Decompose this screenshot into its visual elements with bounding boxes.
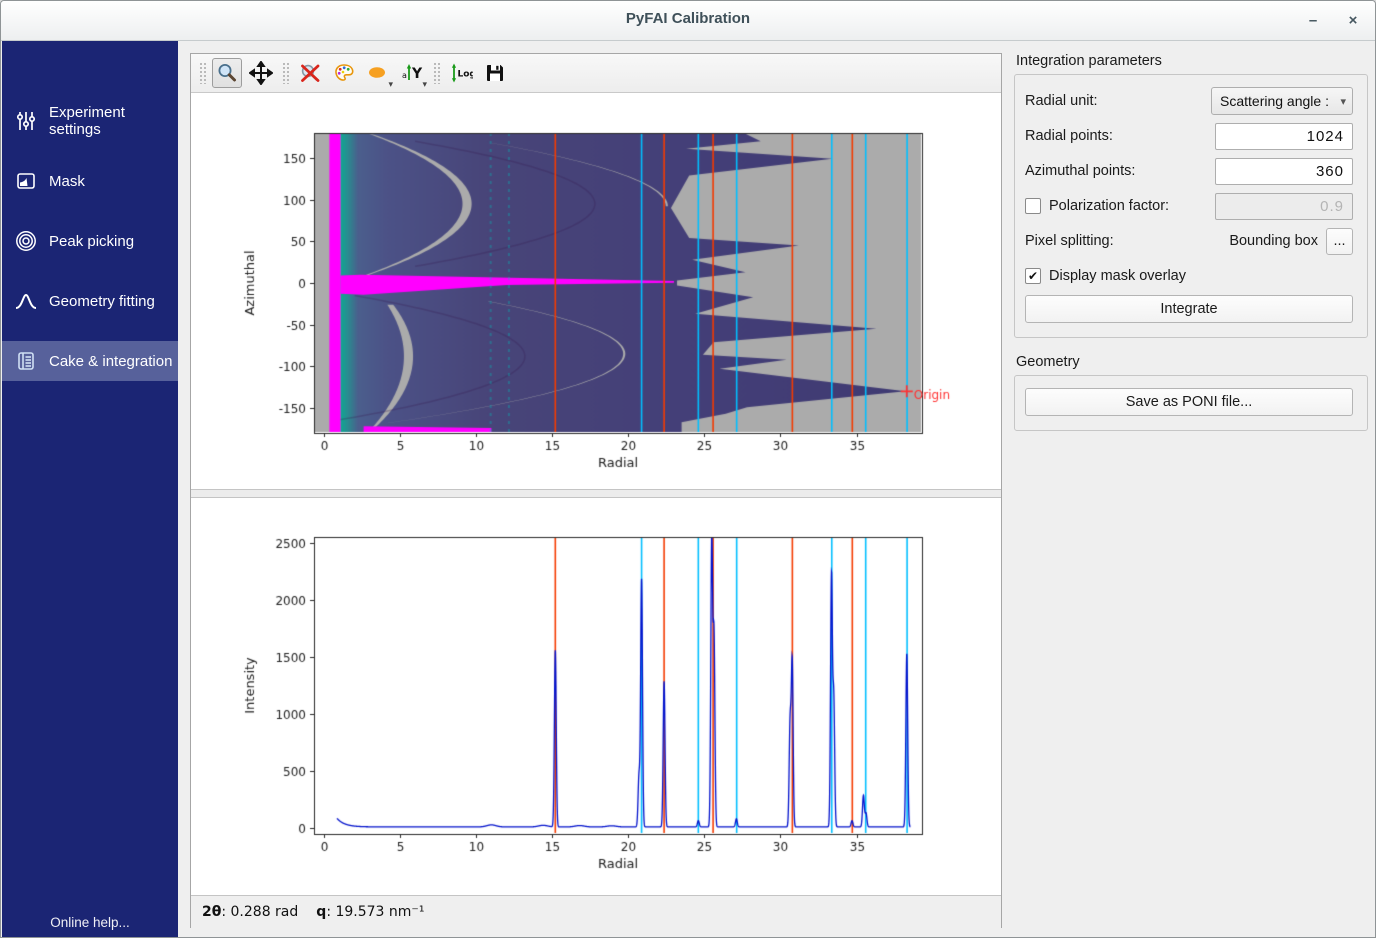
pixel-splitting-label: Pixel splitting: [1025,233,1229,249]
intensity-plot-canvas[interactable] [191,498,1001,895]
y-axis-icon: a Y [400,61,424,85]
minimize-button[interactable]: – [1299,7,1327,35]
sidebar-item-peak-picking[interactable]: Peak picking [2,221,178,261]
radial-points-label: Radial points: [1025,128,1215,144]
pixel-splitting-value: Bounding box [1229,233,1318,249]
mask-shape-tool-button[interactable] [363,58,393,88]
radial-points-input[interactable] [1215,123,1353,150]
svg-text:Y: Y [411,66,423,82]
target-icon [13,229,39,253]
sidebar-item-experiment-settings[interactable]: Experiment settings [2,101,178,141]
cake-plot-canvas[interactable] [191,93,1001,489]
integration-parameters-group: Radial unit: Scattering angle : ▾ Radial… [1014,74,1368,338]
mask-overlay-checkbox[interactable]: ✔ [1025,268,1041,284]
sidebar-item-label: Peak picking [49,233,134,250]
y-axis-tool-button[interactable]: a Y [397,58,427,88]
magnifier-icon [215,61,239,85]
plot-toolbar: a Y Log [191,54,1001,93]
window-title: PyFAI Calibration [1,10,1375,27]
cake-list-icon [13,349,39,373]
sidebar-item-mask[interactable]: Mask [2,161,178,201]
log-icon: Log [449,61,473,85]
sidebar-item-label: Mask [49,173,85,190]
toolbar-grip[interactable] [199,62,206,84]
sidebar-item-label: Cake & integration [49,353,172,370]
save-tool-button[interactable] [480,58,510,88]
zoom-tool-button[interactable] [212,58,242,88]
right-panel: Integration parameters Radial unit: Scat… [1004,41,1376,938]
ellipse-icon [366,61,390,85]
q-label: q [316,904,326,920]
sidebar-item-label: Experiment settings [49,104,178,138]
log-icon-label: Log [458,70,474,80]
magnifier-cross-icon [298,61,322,85]
polarization-input [1215,193,1353,220]
integration-parameters-title: Integration parameters [1016,53,1368,69]
palette-icon [332,61,356,85]
pan-tool-button[interactable] [246,58,276,88]
radial-unit-select[interactable]: Scattering angle : ▾ [1211,87,1353,115]
toolbar-grip[interactable] [433,62,440,84]
mask-overlay-label: Display mask overlay [1049,268,1353,284]
online-help-link[interactable]: Online help... [2,915,178,930]
cake-plot-panel[interactable] [191,93,1001,489]
two-theta-value: : 0.288 rad [221,904,298,920]
mask-icon [13,169,39,193]
chevron-down-icon: ▾ [1340,95,1346,108]
zoom-reset-tool-button[interactable] [295,58,325,88]
pan-arrows-icon [249,61,273,85]
toolbar-grip[interactable] [282,62,289,84]
radial-unit-label: Radial unit: [1025,93,1211,109]
close-button[interactable]: × [1339,7,1367,35]
log-scale-tool-button[interactable]: Log [446,58,476,88]
integrate-button[interactable]: Integrate [1025,295,1353,323]
main-panel: a Y Log [190,53,1002,928]
polarization-checkbox[interactable] [1025,198,1041,214]
azimuthal-points-input[interactable] [1215,158,1353,185]
geometry-title: Geometry [1016,354,1368,370]
plots-splitter-handle[interactable] [191,489,1001,498]
titlebar: PyFAI Calibration – × [1,1,1375,41]
sliders-icon [13,109,39,133]
sidebar-item-geometry-fitting[interactable]: Geometry fitting [2,281,178,321]
polarization-label: Polarization factor: [1049,198,1215,214]
colormap-tool-button[interactable] [329,58,359,88]
pyfai-window: PyFAI Calibration – × Experiment setting… [0,0,1376,938]
peak-curve-icon [13,289,39,313]
sidebar-item-cake-integration[interactable]: Cake & integration [2,341,178,381]
two-theta-label: 2θ [202,904,221,920]
sidebar-item-label: Geometry fitting [49,293,155,310]
save-icon [483,61,507,85]
svg-text:a: a [402,71,407,80]
intensity-plot-panel[interactable] [191,498,1001,895]
pixel-splitting-more-button[interactable]: ... [1326,228,1353,255]
azimuthal-points-label: Azimuthal points: [1025,163,1215,179]
coordinates-statusbar: 2θ: 0.288 rad q: 19.573 nm⁻¹ [191,895,1001,928]
geometry-group: Save as PONI file... [1014,375,1368,431]
q-value: : 19.573 nm⁻¹ [326,904,424,920]
sidebar: Experiment settings Mask Peak picking [2,41,178,938]
save-poni-button[interactable]: Save as PONI file... [1025,388,1353,416]
